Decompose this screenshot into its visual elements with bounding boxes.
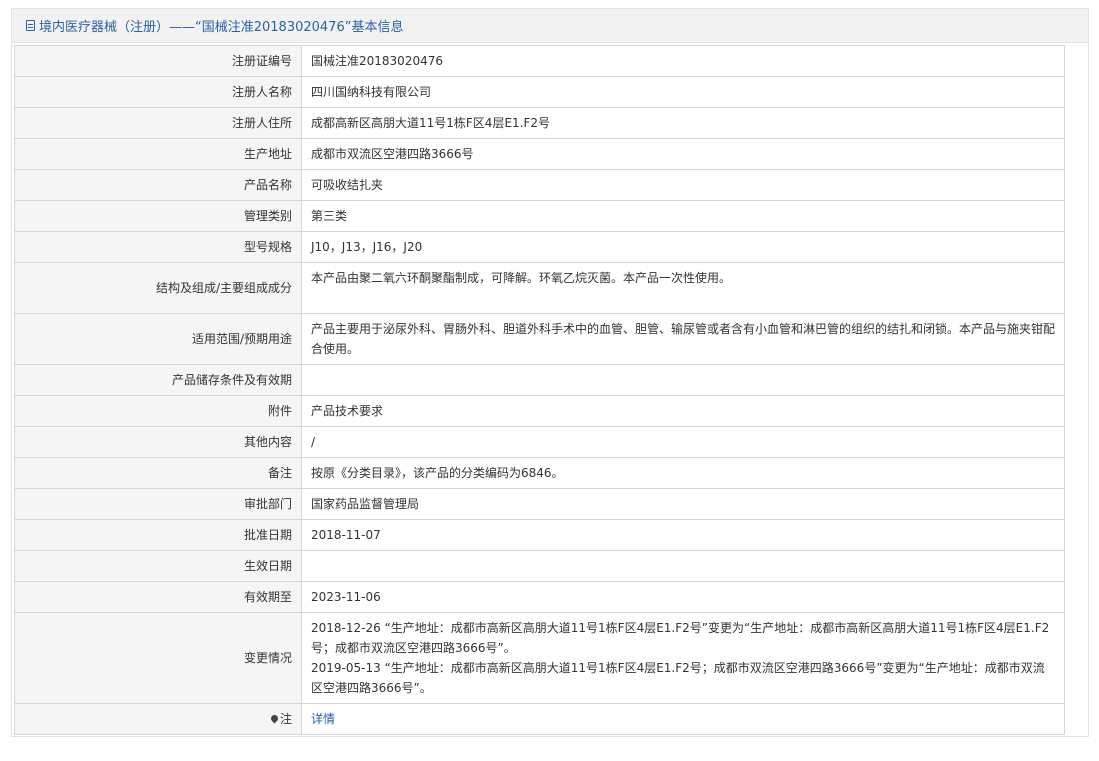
table-row-registrant-name: 注册人名称 四川国纳科技有限公司 xyxy=(14,76,1065,108)
table-row-note: 注 详情 xyxy=(14,703,1065,735)
row-value: 国械注准20183020476 xyxy=(301,45,1065,77)
change-history-value: 2018-12-26 “生产地址：成都市高新区高朋大道11号1栋F区4层E1.F… xyxy=(301,612,1065,704)
row-label: 注册证编号 xyxy=(14,45,302,77)
table-row-product-name: 产品名称 可吸收结扎夹 xyxy=(14,169,1065,201)
note-label: 注 xyxy=(279,712,292,726)
row-label: 产品储存条件及有效期 xyxy=(14,364,302,396)
row-value: 国家药品监督管理局 xyxy=(301,488,1065,520)
row-label: 适用范围/预期用途 xyxy=(14,313,302,365)
row-label: 批准日期 xyxy=(14,519,302,551)
pin-icon xyxy=(269,713,280,724)
table-row-approval-department: 审批部门 国家药品监督管理局 xyxy=(14,488,1065,520)
table-row-registration-number: 注册证编号 国械注准20183020476 xyxy=(14,45,1065,77)
row-label: 有效期至 xyxy=(14,581,302,613)
table-row-structure-composition: 结构及组成/主要组成成分 本产品由聚二氧六环酮聚酯制成，可降解。环氧乙烷灭菌。本… xyxy=(14,262,1065,314)
note-label-cell: 注 xyxy=(14,703,302,735)
row-label: 结构及组成/主要组成成分 xyxy=(14,262,302,314)
row-value: 成都高新区高朋大道11号1栋F区4层E1.F2号 xyxy=(301,107,1065,139)
row-value: 2018-11-07 xyxy=(301,519,1065,551)
table-row-intended-use: 适用范围/预期用途 产品主要用于泌尿外科、胃肠外科、胆道外科手术中的血管、胆管、… xyxy=(14,313,1065,365)
table-row-production-address: 生产地址 成都市双流区空港四路3666号 xyxy=(14,138,1065,170)
panel-header: 境内医疗器械（注册）——“国械注准20183020476”基本信息 xyxy=(12,9,1088,43)
row-label: 产品名称 xyxy=(14,169,302,201)
row-value: 按原《分类目录》，该产品的分类编码为6846。 xyxy=(301,457,1065,489)
info-table-wrapper: 注册证编号 国械注准20183020476 注册人名称 四川国纳科技有限公司 注… xyxy=(14,45,1065,735)
row-value xyxy=(301,550,1065,582)
info-table: 注册证编号 国械注准20183020476 注册人名称 四川国纳科技有限公司 注… xyxy=(14,45,1065,735)
table-row-storage-conditions: 产品储存条件及有效期 xyxy=(14,364,1065,396)
table-row-other-content: 其他内容 / xyxy=(14,426,1065,458)
table-row-remarks: 备注 按原《分类目录》，该产品的分类编码为6846。 xyxy=(14,457,1065,489)
row-value: 四川国纳科技有限公司 xyxy=(301,76,1065,108)
row-label: 注册人住所 xyxy=(14,107,302,139)
table-row-valid-until: 有效期至 2023-11-06 xyxy=(14,581,1065,613)
row-label: 注册人名称 xyxy=(14,76,302,108)
table-row-effective-date: 生效日期 xyxy=(14,550,1065,582)
row-value: 可吸收结扎夹 xyxy=(301,169,1065,201)
table-row-change-history: 变更情况 2018-12-26 “生产地址：成都市高新区高朋大道11号1栋F区4… xyxy=(14,612,1065,704)
row-label: 管理类别 xyxy=(14,200,302,232)
row-value: 第三类 xyxy=(301,200,1065,232)
row-label: 附件 xyxy=(14,395,302,427)
row-value: 成都市双流区空港四路3666号 xyxy=(301,138,1065,170)
row-label: 生产地址 xyxy=(14,138,302,170)
table-row-approval-date: 批准日期 2018-11-07 xyxy=(14,519,1065,551)
note-value-cell: 详情 xyxy=(301,703,1065,735)
row-label: 型号规格 xyxy=(14,231,302,263)
row-value xyxy=(301,364,1065,396)
row-label: 其他内容 xyxy=(14,426,302,458)
row-value: 产品主要用于泌尿外科、胃肠外科、胆道外科手术中的血管、胆管、输尿管或者含有小血管… xyxy=(301,313,1065,365)
row-label: 备注 xyxy=(14,457,302,489)
change-entry: 2018-12-26 “生产地址：成都市高新区高朋大道11号1栋F区4层E1.F… xyxy=(311,621,1050,655)
document-icon xyxy=(26,20,35,31)
row-value: 2023-11-06 xyxy=(301,581,1065,613)
table-row-attachment: 附件 产品技术要求 xyxy=(14,395,1065,427)
page-title: 境内医疗器械（注册）——“国械注准20183020476”基本信息 xyxy=(39,20,404,35)
row-value: J10，J13，J16，J20 xyxy=(301,231,1065,263)
row-label: 生效日期 xyxy=(14,550,302,582)
change-entry: 2019-05-13 “生产地址：成都市高新区高朋大道11号1栋F区4层E1.F… xyxy=(311,661,1045,695)
row-value: / xyxy=(301,426,1065,458)
row-value: 本产品由聚二氧六环酮聚酯制成，可降解。环氧乙烷灭菌。本产品一次性使用。 xyxy=(301,262,1065,314)
row-value: 产品技术要求 xyxy=(301,395,1065,427)
table-row-management-class: 管理类别 第三类 xyxy=(14,200,1065,232)
details-link[interactable]: 详情 xyxy=(311,712,335,726)
table-row-model-spec: 型号规格 J10，J13，J16，J20 xyxy=(14,231,1065,263)
row-label: 变更情况 xyxy=(14,612,302,704)
row-label: 审批部门 xyxy=(14,488,302,520)
table-row-registrant-address: 注册人住所 成都高新区高朋大道11号1栋F区4层E1.F2号 xyxy=(14,107,1065,139)
